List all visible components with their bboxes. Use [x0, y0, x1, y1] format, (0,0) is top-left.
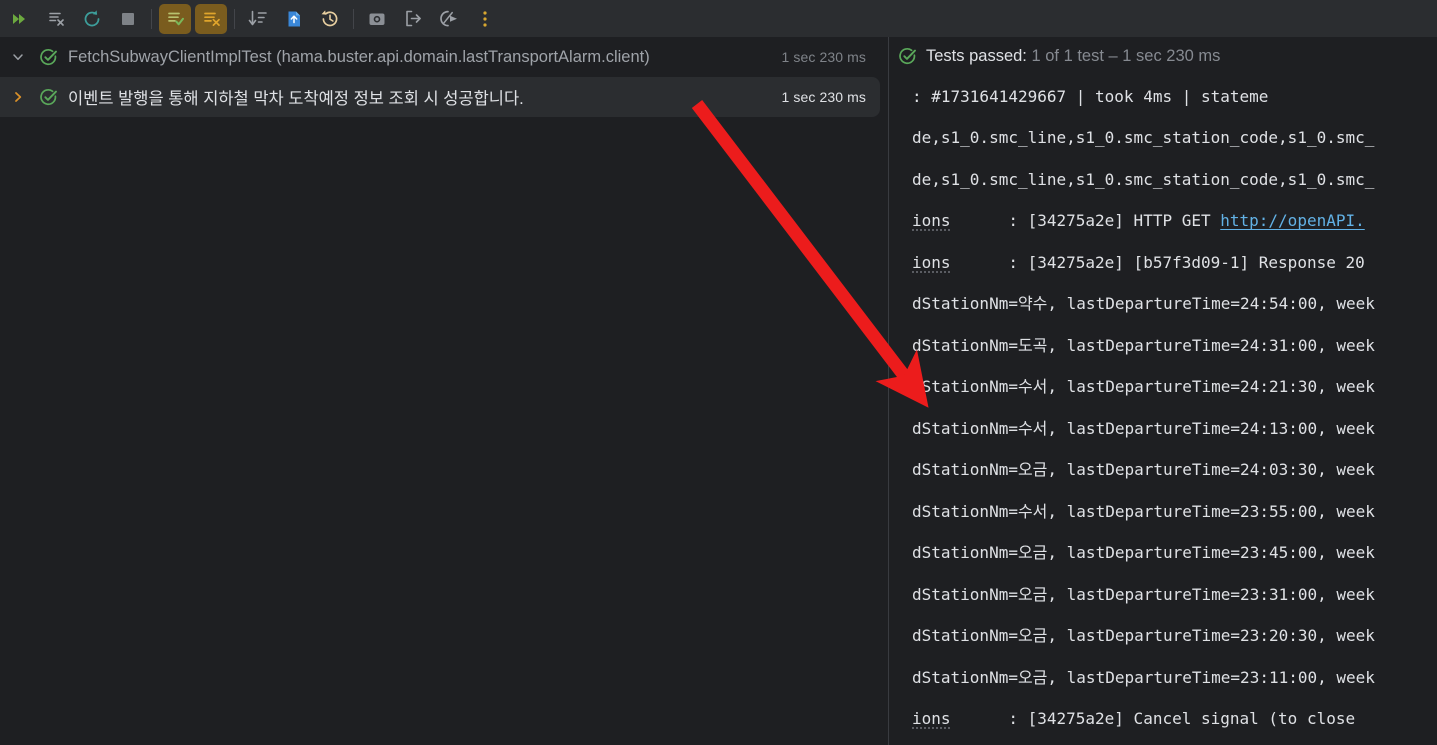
- logger-name: ions: [912, 252, 951, 272]
- show-passed-icon[interactable]: [159, 3, 191, 34]
- console-line: dStationNm=수서, lastDepartureTime=24:13:0…: [912, 418, 1375, 438]
- logger-name: ions: [912, 211, 951, 230]
- run-with-coverage-icon[interactable]: [433, 4, 465, 34]
- test-history-icon[interactable]: [314, 4, 346, 34]
- show-ignored-icon[interactable]: [195, 3, 227, 34]
- console-line: dStationNm=약수, lastDepartureTime=24:54:0…: [912, 294, 1375, 313]
- chevron-down-icon[interactable]: [0, 51, 36, 63]
- toolbar-separator: [234, 8, 235, 29]
- test-class-row[interactable]: FetchSubwayClientImplTest (hama.buster.a…: [0, 37, 880, 77]
- toolbar-separator: [353, 8, 354, 29]
- test-method-row[interactable]: 이벤트 발행을 통해 지하철 막차 도착예정 정보 조회 시 성공합니다. 1 …: [0, 77, 880, 117]
- console-line: ions : [34275a2e] HTTP GET http://openAP…: [912, 211, 1365, 230]
- test-runner-window: FetchSubwayClientImplTest (hama.buster.a…: [0, 0, 1437, 745]
- chevron-right-icon[interactable]: [0, 91, 36, 103]
- test-method-duration: 1 sec 230 ms: [781, 89, 866, 105]
- console-line: ions : [34275a2e] [b57f3d09-1] Response …: [912, 252, 1365, 272]
- console-line: : #1731641429667 | took 4ms | stateme: [912, 87, 1269, 106]
- console-line: dStationNm=수서, lastDepartureTime=23:55:0…: [912, 501, 1375, 521]
- console-line: ions : [34275a2e] Cancel signal (to clos…: [912, 709, 1356, 728]
- stop-icon[interactable]: [112, 4, 144, 34]
- console-line: dStationNm=오금, lastDepartureTime=23:45:0…: [912, 543, 1375, 562]
- jump-to-source-icon[interactable]: [397, 4, 429, 34]
- test-method-label: 이벤트 발행을 통해 지하철 막차 도착예정 정보 조회 시 성공합니다.: [68, 90, 524, 108]
- passed-icon: [36, 48, 60, 67]
- console-line: dStationNm=수서, lastDepartureTime=24:21:3…: [912, 377, 1375, 396]
- tests-passed-summary: 1 of 1 test – 1 sec 230 ms: [1026, 47, 1221, 65]
- console-line: dStationNm=오금, lastDepartureTime=23:20:3…: [912, 626, 1375, 645]
- logger-name: ions: [912, 709, 951, 728]
- tests-passed-label: Tests passed:: [926, 47, 1027, 65]
- toggle-auto-test-icon[interactable]: [76, 4, 108, 34]
- tests-passed-text: Tests passed: 1 of 1 test – 1 sec 230 ms: [926, 47, 1220, 66]
- test-tree-panel[interactable]: FetchSubwayClientImplTest (hama.buster.a…: [0, 37, 888, 745]
- export-test-results-icon[interactable]: [278, 4, 310, 34]
- sort-by-duration-icon[interactable]: [242, 4, 274, 34]
- passed-icon: [895, 47, 919, 66]
- passed-icon: [36, 88, 60, 107]
- console-line: dStationNm=오금, lastDepartureTime=24:03:3…: [912, 460, 1375, 479]
- console-panel[interactable]: Tests passed: 1 of 1 test – 1 sec 230 ms…: [889, 37, 1437, 745]
- console-line: dStationNm=오금, lastDepartureTime=23:31:0…: [912, 584, 1375, 604]
- settings-camera-icon[interactable]: [361, 4, 393, 34]
- test-runner-toolbar: [0, 0, 1437, 37]
- console-line: dStationNm=오금, lastDepartureTime=23:11:0…: [912, 667, 1375, 687]
- console-output[interactable]: : #1731641429667 | took 4ms | stateme de,…: [889, 76, 1437, 745]
- rerun-failed-tests-icon[interactable]: [4, 4, 36, 34]
- rerun-tests-icon[interactable]: [40, 4, 72, 34]
- test-class-duration: 1 sec 230 ms: [781, 49, 866, 65]
- more-options-icon[interactable]: [469, 4, 501, 34]
- tests-passed-header: Tests passed: 1 of 1 test – 1 sec 230 ms: [889, 37, 1437, 76]
- test-class-label: FetchSubwayClientImplTest (hama.buster.a…: [68, 47, 650, 66]
- console-line: dStationNm=도곡, lastDepartureTime=24:31:0…: [912, 335, 1375, 355]
- console-line: de,s1_0.smc_line,s1_0.smc_station_code,s…: [912, 169, 1375, 189]
- console-hyperlink[interactable]: http://openAPI.: [1220, 211, 1365, 230]
- toolbar-separator: [151, 8, 152, 29]
- console-line: de,s1_0.smc_line,s1_0.smc_station_code,s…: [912, 128, 1375, 147]
